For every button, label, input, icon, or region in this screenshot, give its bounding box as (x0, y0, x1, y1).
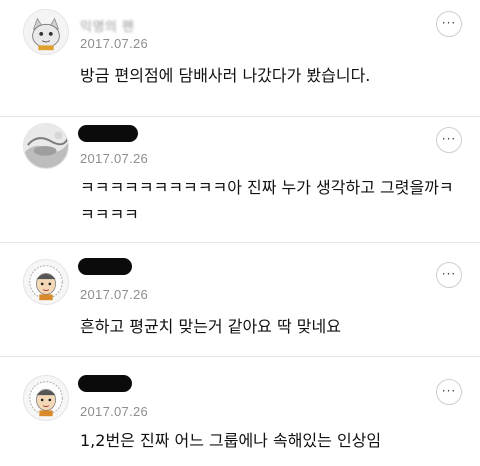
comment-4: 2017.07.26 ··· 1,2번은 진짜 어느 그룹에나 속해있는 인상임 (0, 357, 480, 466)
avatar[interactable] (23, 259, 69, 305)
more-options-button[interactable]: ··· (436, 262, 462, 288)
comment-3: 2017.07.26 ··· 흔하고 평균치 맞는거 같아요 딱 맞네요 (0, 243, 480, 356)
comment-date: 2017.07.26 (80, 36, 149, 51)
avatar[interactable] (23, 9, 69, 55)
more-horizontal-icon: ··· (441, 383, 457, 398)
comment-text: 1,2번은 진짜 어느 그룹에나 속해있는 인상임 (80, 431, 382, 450)
comment-text: 흔하고 평균치 맞는거 같아요 딱 맞네요 (80, 317, 341, 336)
more-horizontal-icon: ··· (441, 266, 457, 281)
cartoon-avatar-icon (24, 10, 68, 54)
cartoon-avatar-icon (24, 260, 68, 304)
author-name-redacted (78, 125, 138, 142)
author-name-redacted (78, 258, 132, 275)
more-horizontal-icon: ··· (441, 15, 457, 30)
more-horizontal-icon: ··· (441, 131, 457, 146)
author-name-redacted (78, 375, 132, 392)
comment-date: 2017.07.26 (80, 287, 149, 302)
photo-avatar-icon (24, 124, 68, 168)
avatar[interactable] (23, 375, 69, 421)
comment-2: 2017.07.26 ··· ㅋㅋㅋㅋㅋㅋㅋㅋㅋㅋ아 진짜 누가 생각하고 그렷… (0, 117, 480, 242)
more-options-button[interactable]: ··· (436, 11, 462, 37)
avatar[interactable] (23, 123, 69, 169)
more-options-button[interactable]: ··· (436, 379, 462, 405)
author-name[interactable]: 익명의 팬 (80, 16, 134, 35)
comment-date: 2017.07.26 (80, 151, 149, 166)
comment-date: 2017.07.26 (80, 404, 149, 419)
comment-text: ㅋㅋㅋㅋㅋㅋㅋㅋㅋㅋ아 진짜 누가 생각하고 그렷을까ㅋ ㅋㅋㅋㅋ (80, 178, 454, 224)
comment-text: 방금 편의점에 담배사러 나갔다가 봤습니다. (80, 66, 371, 85)
cartoon-avatar-icon (24, 376, 68, 420)
more-options-button[interactable]: ··· (436, 127, 462, 153)
comment-1: 익명의 팬 2017.07.26 ··· 방금 편의점에 담배사러 나갔다가 봤… (0, 0, 480, 116)
